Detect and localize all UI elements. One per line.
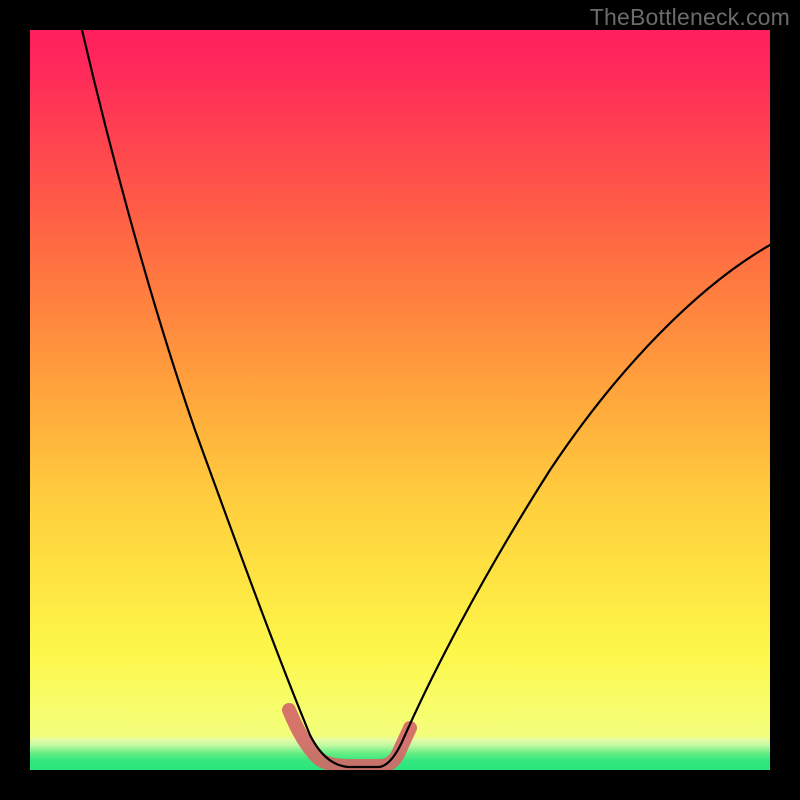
bottleneck-curve: [82, 30, 770, 767]
curve-layer: [30, 30, 770, 770]
chart-frame: TheBottleneck.com: [0, 0, 800, 800]
plot-area: [30, 30, 770, 770]
watermark-text: TheBottleneck.com: [590, 4, 790, 31]
